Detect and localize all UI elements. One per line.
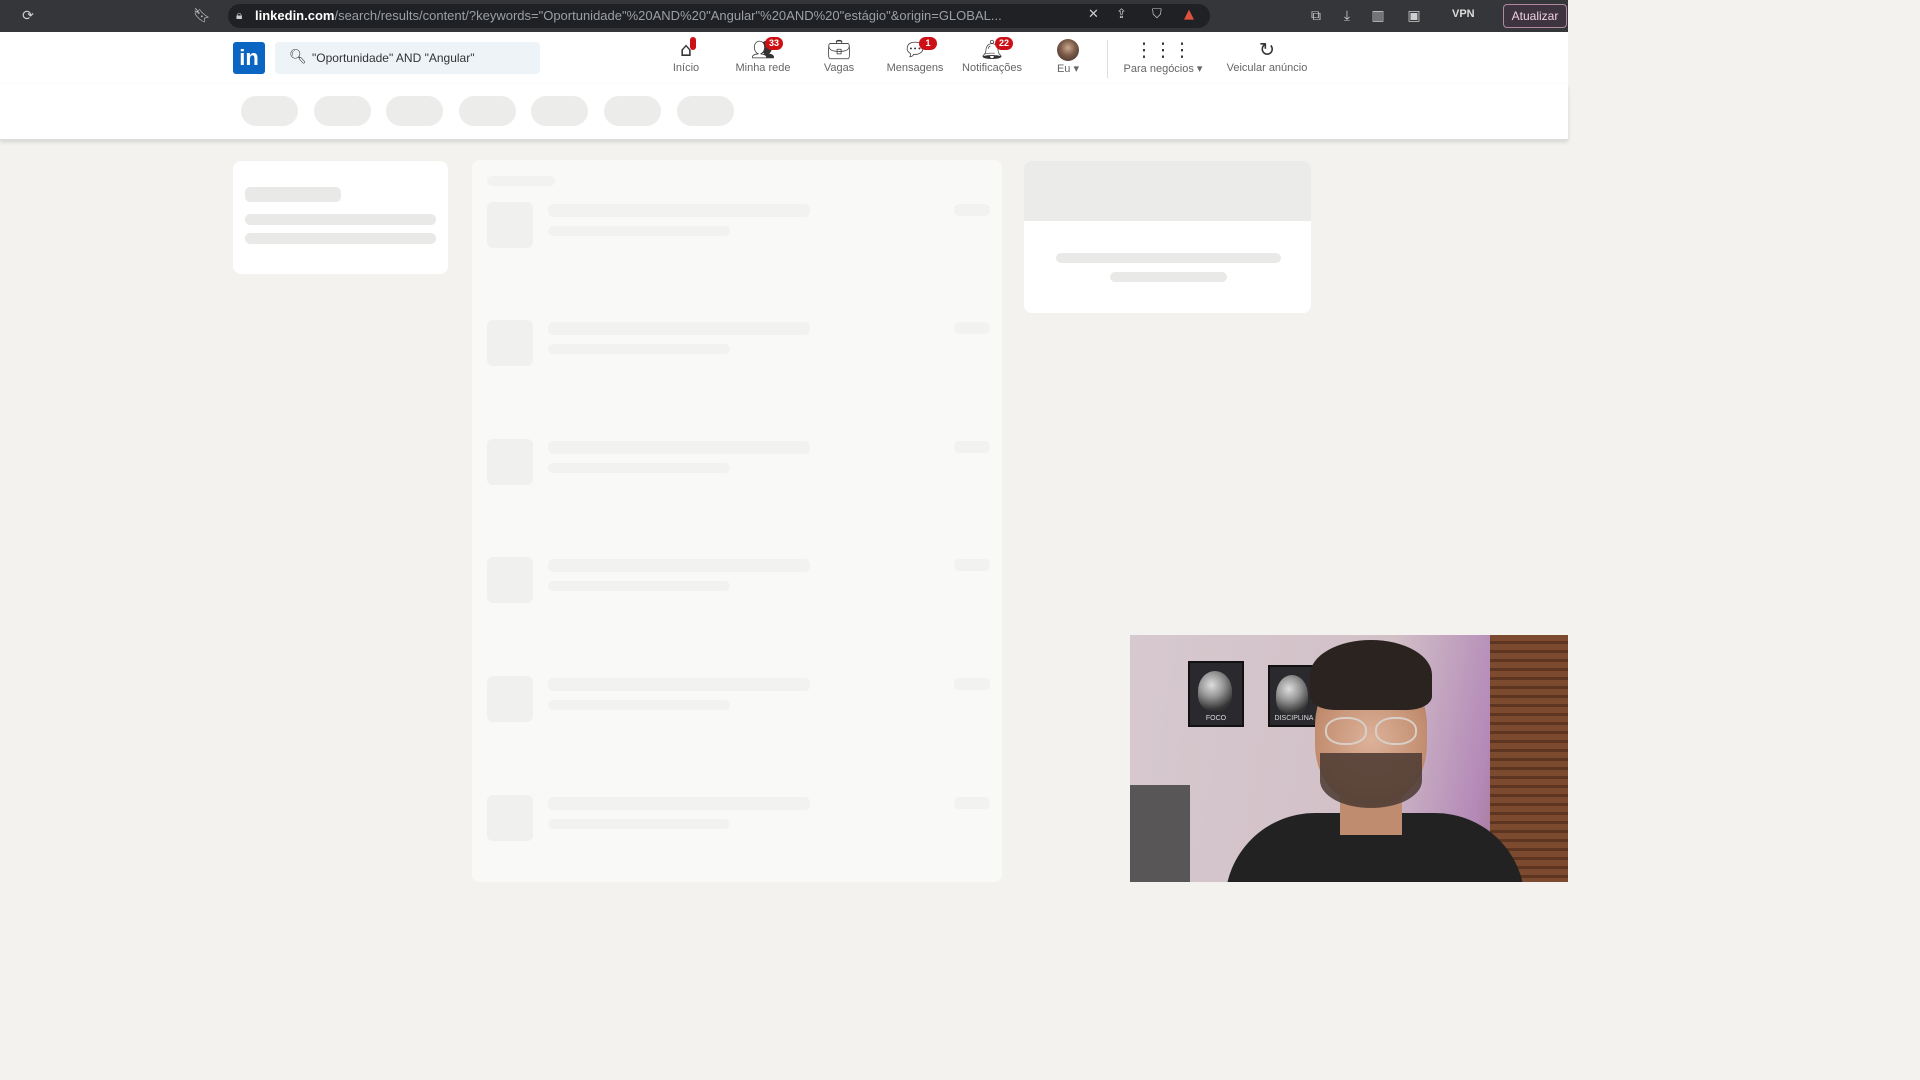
search-filter-bar [0,84,1568,140]
filter-pill-placeholder [386,96,443,126]
eagle-image [1276,675,1308,715]
nav-me[interactable]: Eu ▾ [1048,38,1088,80]
skeleton-line [548,322,810,335]
network-icon: 👥︎ [750,39,776,61]
poster-caption: FOCO [1205,715,1227,722]
skeleton-line [548,678,810,691]
results-feed-skeleton [472,160,1002,882]
skeleton-banner [1024,161,1311,221]
home-badge [690,37,696,50]
skeleton-line [548,700,730,710]
skeleton-line [245,233,436,244]
network-badge: 33 [765,37,783,50]
nav-home[interactable]: ⌂ Início [662,37,710,80]
download-icon[interactable]: ⤓ [1338,7,1356,25]
skeleton-line [954,441,990,453]
filter-pill-placeholder [604,96,661,126]
linkedin-header: in 🔍︎ "Oportunidade" AND "Angular" ⌂ Iní… [0,32,1568,84]
skeleton-thumbnail [487,202,533,248]
skeleton-thumbnail [487,795,533,841]
skeleton-thumbnail [487,557,533,603]
avatar [1057,39,1079,61]
filter-pill-placeholder [531,96,588,126]
skeleton-thumbnail [487,439,533,485]
skeleton-line [245,187,341,202]
skeleton-thumbnail [487,320,533,366]
skeleton-line [487,176,555,186]
filter-pill-placeholder [241,96,298,126]
notifications-badge: 22 [995,37,1013,50]
url-text: linkedin.com/search/results/content/?key… [255,8,1002,23]
skeleton-line [548,441,810,454]
skeleton-line [548,559,810,572]
share-icon[interactable]: ⇪ [1116,7,1127,22]
left-sidebar-skeleton [233,161,448,274]
skeleton-line [548,204,810,217]
lock-icon: 🔒︎ [236,8,243,22]
skeleton-line [954,678,990,690]
vpn-toggle[interactable]: VPN [1452,8,1475,20]
skeleton-line [548,344,730,354]
ad-icon: ↻ [1259,39,1275,61]
messages-badge: 1 [919,37,937,50]
permission-icon[interactable]: ✕ [1088,7,1099,22]
skeleton-line [548,581,730,591]
skeleton-thumbnail [487,676,533,722]
presenter-beard [1320,753,1422,808]
glasses [1325,717,1417,745]
sidebar-icon[interactable]: ▥ [1369,7,1387,25]
update-button[interactable]: Atualizar [1503,4,1567,28]
reload-icon[interactable]: ⟳ [19,7,37,25]
browser-toolbar: ⟳ 🔖︎ 🔒︎ linkedin.com/search/results/cont… [0,0,1568,32]
wall-poster: FOCO [1188,661,1244,727]
bookmark-icon[interactable]: 🔖︎ [193,7,211,25]
search-box[interactable]: 🔍︎ "Oportunidade" AND "Angular" [275,42,540,74]
nav-for-business[interactable]: ⋮⋮⋮ Para negócios ▾ [1117,38,1209,80]
skeleton-line [245,214,436,225]
skeleton-line [548,797,810,810]
skeleton-line [954,797,990,809]
poster-caption: DISCIPLINA [1274,715,1314,722]
briefcase-icon: 💼︎ [826,39,852,61]
nav-messaging[interactable]: 💬︎ 1 Mensagens [883,37,947,80]
filter-pill-placeholder [314,96,371,126]
home-icon: ⌂ [679,39,693,61]
chair [1130,785,1190,882]
nav-my-network[interactable]: 👥︎ 33 Minha rede [731,37,795,80]
right-sidebar-skeleton [1024,161,1311,313]
skeleton-line [548,463,730,473]
presenter-hair [1310,640,1432,710]
nav-divider [1107,40,1108,78]
bell-icon: 🔔︎ [979,39,1005,61]
eagle-image [1198,671,1232,711]
search-input[interactable]: "Oportunidade" AND "Angular" [312,51,474,65]
skeleton-line [954,322,990,334]
extensions-icon[interactable]: ⧉ [1307,7,1325,25]
nav-notifications[interactable]: 🔔︎ 22 Notificações [958,37,1026,80]
alert-icon[interactable]: ▲ [1184,7,1194,22]
search-icon: 🔍︎ [289,49,307,65]
skeleton-line [954,204,990,216]
skeleton-line [548,226,730,236]
shield-icon[interactable]: ⛉ [1152,7,1162,22]
nav-jobs[interactable]: 💼︎ Vagas [815,38,863,80]
filter-pill-placeholder [677,96,734,126]
skeleton-line [1110,272,1227,282]
address-bar[interactable]: 🔒︎ linkedin.com/search/results/content/?… [228,4,1210,28]
skeleton-line [548,819,730,829]
linkedin-logo[interactable]: in [233,42,265,74]
messages-icon: 💬︎ [902,39,928,61]
skeleton-line [954,559,990,571]
tab-icon[interactable]: ▣ [1405,7,1423,25]
webcam-overlay: FOCO DISCIPLINA [1130,635,1568,882]
grid-icon: ⋮⋮⋮ [1134,39,1192,61]
nav-advertise[interactable]: ↻ Veicular anúncio [1221,38,1313,80]
filter-pill-placeholder [459,96,516,126]
skeleton-line [1056,253,1281,263]
